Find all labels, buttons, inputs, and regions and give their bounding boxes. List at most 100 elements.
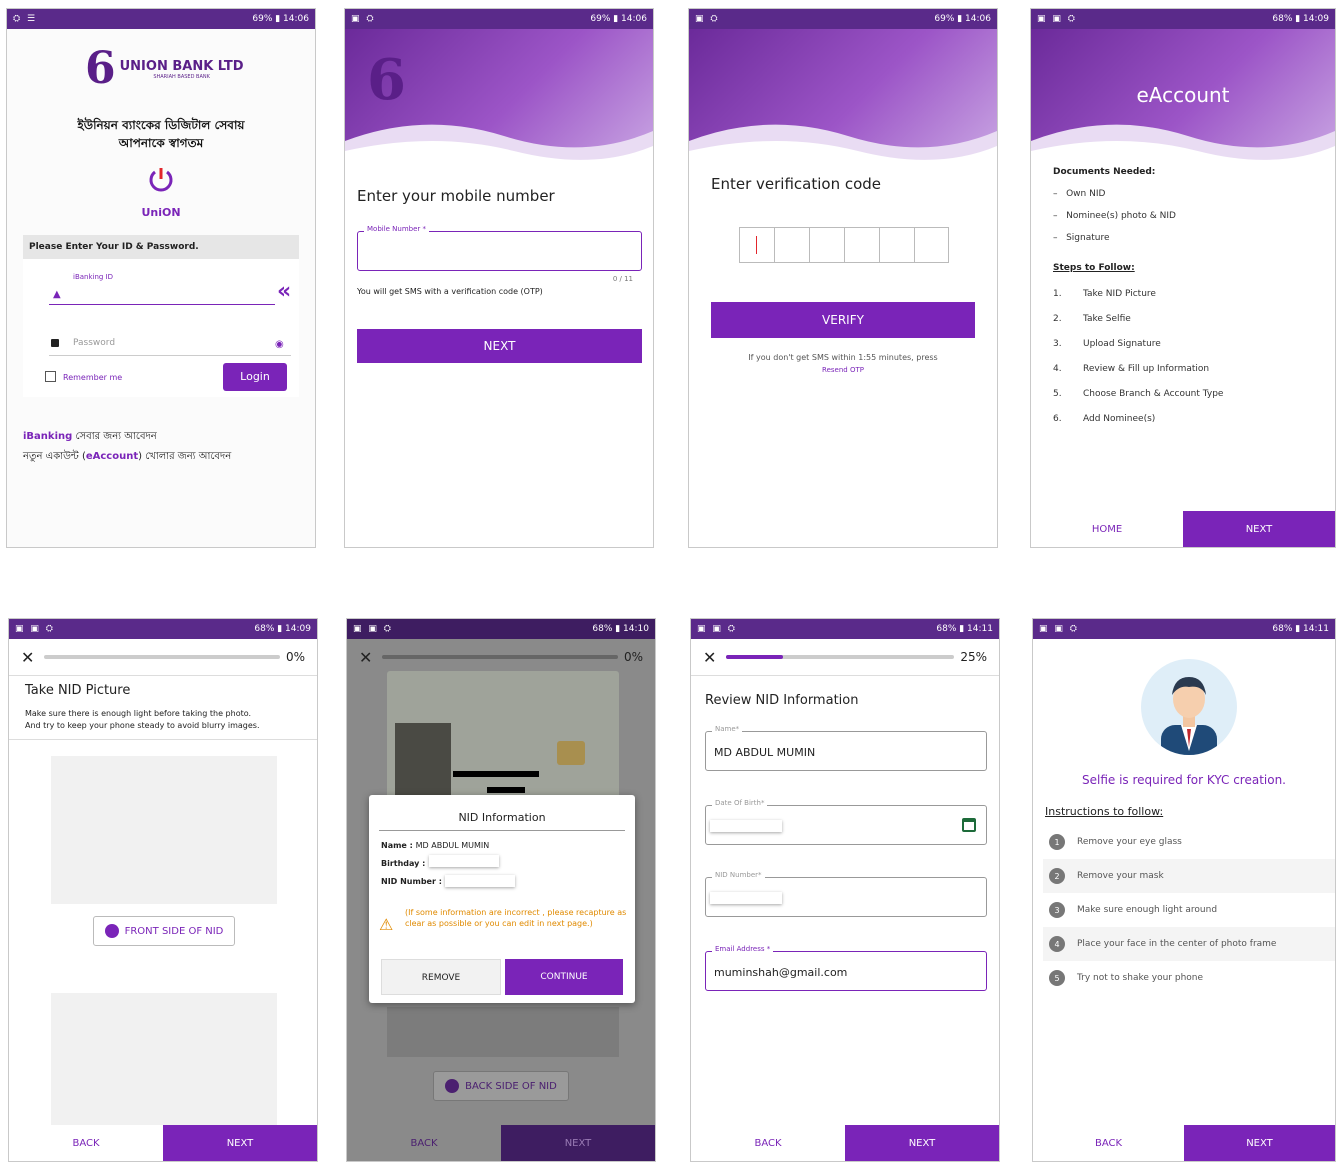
otp-digit[interactable] [774, 227, 809, 263]
redaction [710, 892, 782, 904]
redaction [445, 875, 515, 887]
otp-digit[interactable] [809, 227, 844, 263]
list-item: – Nominee(s) photo & NID [1053, 211, 1176, 221]
verify-button[interactable]: VERIFY [711, 302, 975, 338]
nid-card-photo [387, 671, 619, 811]
documents-heading: Documents Needed: [1053, 167, 1156, 177]
status-bar: ▣ ▣ ⛭ 68% ▮ 14:10 [347, 619, 655, 639]
dialog-birthday: Birthday : [381, 859, 426, 868]
status-left-icons: ⛭ ☰ [13, 14, 38, 24]
list-item: 2 Remove your mask [1043, 859, 1335, 893]
remember-checkbox[interactable] [45, 371, 56, 382]
close-icon[interactable]: ✕ [359, 648, 372, 667]
email-field[interactable]: Email Address * muminshah@gmail.com [705, 945, 987, 991]
bank-logo-mark-icon: 6 [85, 43, 116, 94]
mobile-counter: 0 / 11 [612, 275, 633, 283]
name-field[interactable]: Name* MD ABDUL MUMIN [705, 725, 987, 771]
eaccount-link[interactable]: eAccount [86, 451, 138, 462]
selfie-screen: ▣ ▣ ⛭ 68% ▮ 14:11 Selfie is required for… [1032, 618, 1336, 1162]
nid-info-screen: ▣ ▣ ⛭ 68% ▮ 14:10 ✕ 0% BACK SIDE OF NID … [346, 618, 656, 1162]
progress-header: ✕ 25% [691, 639, 999, 675]
nid-mrz [387, 1007, 619, 1057]
otp-input[interactable] [739, 227, 949, 263]
instructions-list: 1 Remove your eye glass 2 Remove your mask… [1033, 825, 1335, 995]
otp-digit[interactable] [739, 227, 774, 263]
next-button[interactable]: NEXT [1184, 1125, 1335, 1161]
remember-label: Remember me [63, 373, 123, 382]
nid-number-field[interactable]: NID Number* [705, 871, 987, 917]
next-button[interactable]: NEXT [501, 1125, 655, 1161]
nid-info-dialog: NID Information Name : MD ABDUL MUMIN Bi… [369, 795, 635, 1003]
list-item: 3. Upload Signature [1053, 338, 1161, 349]
bottom-nav: BACK NEXT [347, 1125, 655, 1161]
next-button[interactable]: NEXT [845, 1125, 999, 1161]
continue-button[interactable]: CONTINUE [505, 959, 623, 995]
list-item: 1 Remove your eye glass [1043, 825, 1335, 859]
status-right: 69% ▮ 14:06 [252, 14, 309, 24]
instructions-heading: Instructions to follow: [1045, 805, 1164, 818]
eye-icon[interactable]: ◉ [275, 339, 284, 350]
otp-digit[interactable] [914, 227, 949, 263]
remove-button[interactable]: REMOVE [381, 959, 501, 995]
password-input[interactable]: Password [73, 338, 115, 348]
verification-screen: ▣ ⛭ 69% ▮ 14:06 Enter verification code … [688, 8, 998, 548]
next-button[interactable]: NEXT [1183, 511, 1335, 547]
bank-name: UNION BANK LTD [119, 58, 244, 74]
status-left-icons: ▣ ⛭ [351, 14, 376, 24]
progress-header: ✕ 0% [9, 639, 317, 675]
list-item: – Signature [1053, 233, 1110, 243]
progress-bar [382, 655, 618, 659]
status-left-icons: ▣ ▣ ⛭ [697, 624, 737, 634]
back-nid-frame [51, 993, 277, 1127]
name-label: Name* [712, 725, 743, 733]
user-icon: ▲ [53, 289, 61, 300]
status-left-icons: ▣ ▣ ⛭ [1037, 14, 1077, 24]
front-side-button[interactable]: FRONT SIDE OF NID [93, 916, 235, 946]
mobile-number-screen: ▣ ⛭ 69% ▮ 14:06 6 Enter your mobile numb… [344, 8, 654, 548]
verify-title: Enter verification code [711, 175, 882, 193]
next-button[interactable]: NEXT [163, 1125, 317, 1161]
dob-field[interactable]: Date Of Birth* [705, 799, 987, 845]
redaction [429, 855, 499, 867]
bottom-nav: HOME NEXT [1031, 511, 1335, 547]
home-button[interactable]: HOME [1031, 511, 1183, 547]
login-prompt: Please Enter Your ID & Password. [23, 235, 299, 259]
login-button[interactable]: Login [223, 363, 287, 391]
calendar-icon[interactable] [962, 818, 976, 832]
progress-bar [726, 655, 955, 659]
ibanking-link[interactable]: iBanking [23, 431, 72, 442]
ibanking-id-input[interactable] [49, 303, 275, 305]
warning-icon: ⚠ [379, 915, 394, 934]
login-card: Please Enter Your ID & Password. iBankin… [23, 235, 299, 397]
resend-note: If you don't get SMS within 1:55 minutes… [748, 353, 938, 362]
back-button[interactable]: BACK [347, 1125, 501, 1161]
status-bar: ▣ ▣ ⛭ 68% ▮ 14:09 [1031, 9, 1335, 29]
resend-otp-link[interactable]: Resend OTP [689, 366, 997, 374]
list-item: 2. Take Selfie [1053, 313, 1131, 324]
mobile-number-input[interactable]: Mobile Number * [357, 225, 642, 271]
progress-fill [726, 655, 784, 659]
otp-digit[interactable] [844, 227, 879, 263]
back-button[interactable]: BACK [1033, 1125, 1184, 1161]
status-bar: ▣ ⛭ 69% ▮ 14:06 [345, 9, 653, 29]
next-button[interactable]: NEXT [357, 329, 642, 363]
back-button[interactable]: BACK [691, 1125, 845, 1161]
status-left-icons: ▣ ▣ ⛭ [1039, 624, 1079, 634]
header-banner: 6 [345, 29, 653, 161]
close-icon[interactable]: ✕ [703, 648, 716, 667]
collapse-arrows-icon[interactable]: « [277, 279, 291, 304]
email-value: muminshah@gmail.com [714, 966, 848, 979]
otp-digit[interactable] [879, 227, 914, 263]
status-bar: ▣ ▣ ⛭ 68% ▮ 14:11 [1033, 619, 1335, 639]
progress-header: ✕ 0% [347, 639, 655, 675]
progress-percent: 25% [960, 650, 987, 664]
mobile-title: Enter your mobile number [357, 187, 555, 205]
bottom-nav: BACK NEXT [691, 1125, 999, 1161]
bottom-nav: BACK NEXT [1033, 1125, 1335, 1161]
back-button[interactable]: BACK [9, 1125, 163, 1161]
front-nid-frame [51, 756, 277, 904]
back-side-button[interactable]: BACK SIDE OF NID [433, 1071, 569, 1101]
close-icon[interactable]: ✕ [21, 648, 34, 667]
bank-subtitle: SHARIAH BASED BANK [153, 73, 210, 80]
ibanking-id-label: iBanking ID [73, 273, 114, 281]
